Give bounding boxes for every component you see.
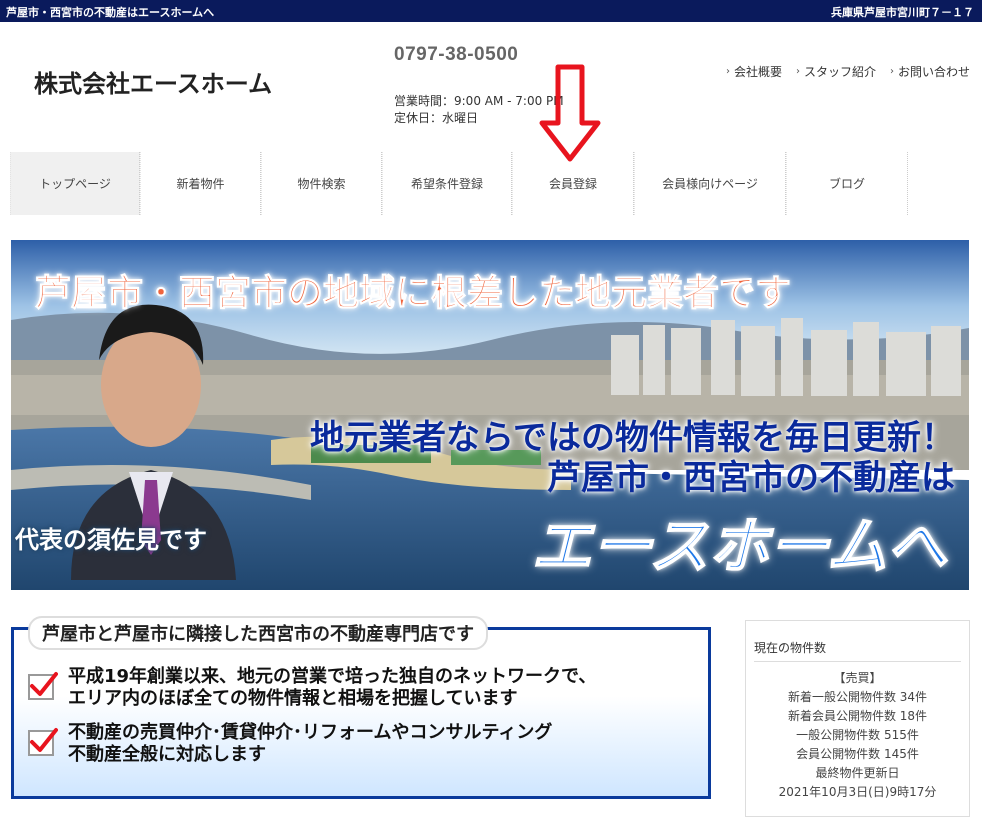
- red-arrow-down-icon: [539, 64, 601, 162]
- intro-point: 不動産の売買仲介･賃貸仲介･リフォームやコンサルティング 不動産全般に対応します: [28, 722, 552, 766]
- listing-count-title: 現在の物件数: [754, 641, 827, 655]
- main-nav: トップページ 新着物件 物件検索 希望条件登録 会員登録 会員様向けページ ブロ…: [10, 152, 908, 215]
- listing-count-line: 新着会員公開物件数 18件: [787, 709, 928, 723]
- chevron-right-icon: ›: [889, 66, 894, 77]
- nav-item-search[interactable]: 物件検索: [261, 152, 382, 215]
- listing-count-line: 一般公開物件数 515件: [796, 728, 919, 742]
- hero-banner: 芦屋市・西宮市の地域に根差した地元業者です 地元業者ならではの物件情報を毎日更新…: [11, 240, 969, 590]
- banner-headline: 芦屋市・西宮市の地域に根差した地元業者です: [34, 273, 792, 315]
- intro-point: 平成19年創業以来、地元の営業で培った独自のネットワークで、 エリア内のほぼ全て…: [28, 666, 596, 710]
- listing-count-line: 2021年10月3日(日)9時17分: [778, 785, 937, 799]
- nav-item-top[interactable]: トップページ: [10, 152, 140, 215]
- nav-item-member-page[interactable]: 会員様向けページ: [634, 152, 786, 215]
- divider: [754, 661, 961, 662]
- intro-point-line: エリア内のほぼ全ての物件情報と相場を把握しています: [68, 688, 518, 709]
- checkmark-icon: [28, 728, 58, 756]
- nav-item-new-listings[interactable]: 新着物件: [140, 152, 261, 215]
- intro-point-line: 不動産の売買仲介･賃貸仲介･リフォームやコンサルティング: [68, 722, 553, 743]
- intro-box: 芦屋市と芦屋市に隣接した西宮市の不動産専門店です 平成19年創業以来、地元の営業…: [11, 616, 711, 799]
- listing-count-box: 現在の物件数 【売買】 新着一般公開物件数 34件 新着会員公開物件数 18件 …: [745, 620, 970, 817]
- listing-count-line: 最終物件更新日: [815, 766, 900, 780]
- top-bar: 芦屋市・西宮市の不動産はエースホームへ 兵庫県芦屋市宮川町７－１７: [0, 0, 982, 22]
- banner-subline-2: 芦屋市・西宮市の不動産は: [547, 458, 955, 498]
- intro-point-line: 平成19年創業以来、地元の営業で培った独自のネットワークで、: [68, 666, 597, 687]
- listing-count-line: 【売買】: [833, 671, 882, 685]
- site-tagline: 芦屋市・西宮市の不動産はエースホームへ: [6, 6, 215, 19]
- nav-item-blog[interactable]: ブログ: [786, 152, 908, 215]
- listing-count-line: 新着一般公開物件数 34件: [787, 690, 928, 704]
- intro-heading: 芦屋市と芦屋市に隣接した西宮市の不動産専門店です: [28, 616, 488, 650]
- chevron-right-icon: ›: [795, 66, 800, 77]
- link-staff[interactable]: › スタッフ紹介: [796, 63, 876, 80]
- intro-point-line: 不動産全般に対応します: [68, 744, 266, 765]
- link-contact[interactable]: › お問い合わせ: [890, 63, 970, 80]
- banner-company-name: エースホームへ: [531, 511, 948, 583]
- listing-count-line: 会員公開物件数 145件: [796, 747, 919, 761]
- address: 兵庫県芦屋市宮川町７－１７: [831, 6, 974, 19]
- checkmark-icon: [28, 672, 58, 700]
- nav-item-wish-registration[interactable]: 希望条件登録: [382, 152, 512, 215]
- chevron-right-icon: ›: [725, 66, 730, 77]
- company-logo[interactable]: 株式会社エースホーム: [34, 64, 272, 99]
- header-links: › 会社概要 › スタッフ紹介 › お問い合わせ: [726, 63, 970, 80]
- link-company[interactable]: › 会社概要: [726, 63, 782, 80]
- phone-number: 0797-38-0500: [394, 44, 519, 65]
- banner-caption: 代表の須佐見です: [15, 526, 207, 554]
